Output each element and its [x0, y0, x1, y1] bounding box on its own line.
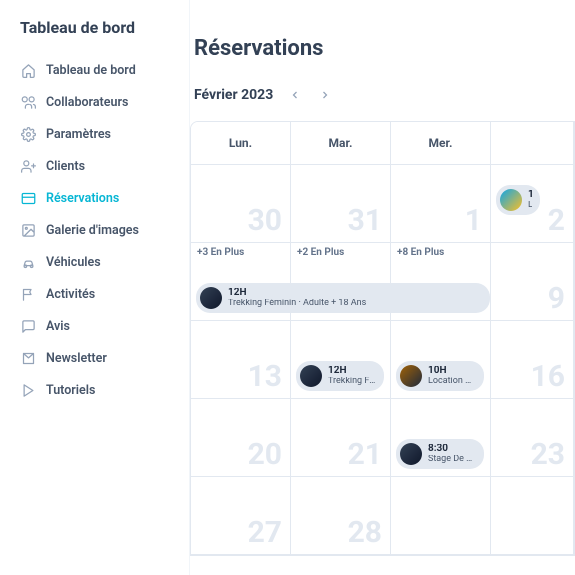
more-events-label[interactable]: +2 En Plus [297, 247, 344, 258]
event-title: Location De 2... [428, 377, 476, 386]
calendar-cell[interactable]: 9 [491, 243, 574, 321]
main: Réservations Février 2023 Lun.Mar.Mer. 30… [190, 0, 575, 575]
event-title: Trekking Fami... [328, 377, 376, 386]
calendar-cell[interactable] [491, 477, 574, 555]
day-number: 16 [531, 359, 565, 394]
calendar-cell[interactable]: 20 [191, 399, 291, 477]
day-number: 13 [248, 359, 282, 394]
sidebar-item-gear[interactable]: Paramètres [12, 119, 177, 149]
event-time: 8:30 [428, 444, 476, 455]
calendar-event[interactable]: 12HTrekking Fami... [296, 361, 384, 391]
sidebar-item-label: Tutoriels [46, 383, 95, 398]
sidebar-item-label: Tableau de bord [46, 63, 136, 78]
sidebar: Tableau de bord Tableau de bord Collabora… [0, 0, 190, 575]
sidebar-item-play[interactable]: Tutoriels [12, 375, 177, 405]
sidebar-item-label: Réservations [46, 191, 119, 206]
sidebar-item-label: Avis [46, 319, 70, 334]
more-events-label[interactable]: +8 En Plus [397, 247, 444, 258]
event-time: 12 [528, 190, 532, 201]
avatar [300, 365, 322, 387]
month-selector: Février 2023 [190, 87, 575, 103]
sidebar-item-label: Galerie d'images [46, 223, 139, 238]
sidebar-item-user-badge[interactable]: Clients [12, 151, 177, 181]
car-icon [20, 254, 36, 270]
avatar [400, 443, 422, 465]
sidebar-item-label: Activités [46, 287, 95, 302]
sidebar-item-label: Paramètres [46, 127, 111, 142]
mail-icon [20, 350, 36, 366]
day-number: 27 [248, 515, 282, 550]
play-icon [20, 382, 36, 398]
event-time: 10H [428, 366, 476, 377]
chevron-right-icon [319, 89, 331, 101]
day-number: 20 [248, 437, 282, 472]
calendar-day-header: Lun. [191, 122, 291, 165]
page-title: Réservations [190, 36, 575, 87]
calendar-cell[interactable]: 13 [191, 321, 291, 399]
image-icon [20, 222, 36, 238]
calendar-event[interactable]: 12HTrekking Féminin · Adulte + 18 Ans [196, 283, 490, 313]
calendar-day-header: Mar. [291, 122, 391, 165]
sidebar-item-card[interactable]: Réservations [12, 183, 177, 213]
prev-month-button[interactable] [287, 87, 303, 103]
event-title: Lo [528, 201, 532, 210]
calendar-day-header [491, 122, 574, 165]
user-badge-icon [20, 158, 36, 174]
sidebar-item-mail[interactable]: Newsletter [12, 343, 177, 373]
avatar [200, 287, 222, 309]
chevron-left-icon [289, 89, 301, 101]
chat-icon [20, 318, 36, 334]
month-label: Février 2023 [194, 87, 273, 103]
sidebar-item-chat[interactable]: Avis [12, 311, 177, 341]
calendar-cell[interactable]: 30 [191, 165, 291, 243]
day-number: 2 [548, 203, 565, 238]
sidebar-item-flag[interactable]: Activités [12, 279, 177, 309]
day-number: 21 [348, 437, 382, 472]
day-number: 9 [548, 281, 565, 316]
day-number: 23 [531, 437, 565, 472]
calendar-event[interactable]: 10HLocation De 2... [396, 361, 484, 391]
calendar-cell[interactable]: 16 [491, 321, 574, 399]
sidebar-item-label: Clients [46, 159, 85, 174]
day-number: 1 [465, 203, 482, 238]
calendar-day-header: Mer. [391, 122, 491, 165]
avatar [400, 365, 422, 387]
calendar-event[interactable]: 12Lo [496, 185, 540, 215]
gear-icon [20, 126, 36, 142]
calendar-cell[interactable]: 23 [491, 399, 574, 477]
sidebar-item-label: Véhicules [46, 255, 101, 270]
avatar [500, 189, 522, 211]
event-time: 12H [228, 288, 366, 299]
sidebar-item-image[interactable]: Galerie d'images [12, 215, 177, 245]
sidebar-item-home[interactable]: Tableau de bord [12, 55, 177, 85]
sidebar-item-users[interactable]: Collaborateurs [12, 87, 177, 117]
day-number: 28 [348, 515, 382, 550]
calendar-grid: Lun.Mar.Mer.30311212Lo6+3 En Plus7+2 En … [190, 121, 575, 556]
day-number: 31 [348, 203, 382, 238]
day-number: 30 [248, 203, 282, 238]
calendar-cell[interactable]: 21 [291, 399, 391, 477]
event-title: Trekking Féminin · Adulte + 18 Ans [228, 299, 366, 308]
sidebar-item-car[interactable]: Véhicules [12, 247, 177, 277]
more-events-label[interactable]: +3 En Plus [197, 247, 244, 258]
home-icon [20, 62, 36, 78]
calendar-cell[interactable]: 31 [291, 165, 391, 243]
calendar-event[interactable]: 8:30Stage De Pilot... [396, 439, 484, 469]
calendar-cell[interactable]: 27 [191, 477, 291, 555]
calendar-cell[interactable] [391, 477, 491, 555]
event-title: Stage De Pilot... [428, 455, 476, 464]
calendar-cell[interactable]: 1 [391, 165, 491, 243]
event-time: 12H [328, 366, 376, 377]
users-icon [20, 94, 36, 110]
brand-title: Tableau de bord [12, 18, 177, 55]
nav: Tableau de bord Collaborateurs Paramètres C… [12, 55, 177, 405]
calendar-cell[interactable]: 28 [291, 477, 391, 555]
sidebar-item-label: Newsletter [46, 351, 107, 366]
card-icon [20, 190, 36, 206]
flag-icon [20, 286, 36, 302]
next-month-button[interactable] [317, 87, 333, 103]
sidebar-item-label: Collaborateurs [46, 95, 128, 110]
